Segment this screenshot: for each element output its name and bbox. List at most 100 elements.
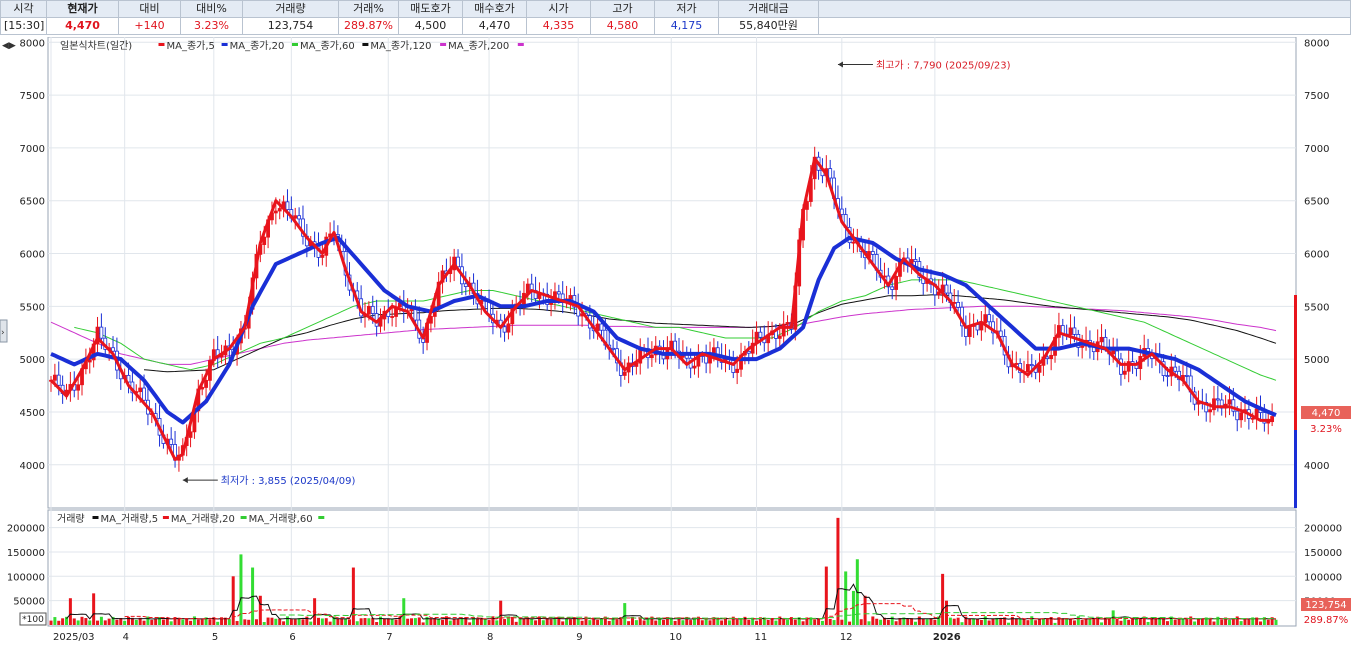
volume-bar — [452, 618, 456, 625]
candle-body — [1068, 327, 1073, 336]
candle-body — [502, 326, 507, 333]
x-tick-label: 12 — [840, 632, 853, 643]
volume-bar — [386, 618, 390, 625]
price-tick-left: 6000 — [20, 250, 45, 261]
volume-bar — [972, 618, 976, 625]
volume-bar — [344, 618, 348, 625]
volume-bar — [441, 619, 445, 625]
value-high: 4,580 — [590, 17, 655, 35]
volume-bar — [262, 622, 266, 625]
volume-bar — [801, 621, 805, 625]
candle-body — [285, 201, 290, 210]
volume-bar — [848, 621, 852, 625]
volume-bar — [247, 619, 251, 625]
volume-bar — [662, 619, 665, 625]
volume-bar — [561, 621, 565, 625]
volume-bar — [1069, 618, 1073, 625]
volume-bar — [983, 616, 987, 625]
volume-bar — [181, 619, 185, 625]
volume-bar — [270, 617, 274, 625]
volume-bar — [820, 620, 824, 625]
volume-bar — [72, 618, 76, 625]
volume-bar — [499, 600, 503, 625]
volume-bar — [84, 618, 88, 625]
value-turnover: 55,840만원 — [718, 17, 819, 35]
volume-bar — [1200, 619, 1204, 625]
volume-bar — [720, 620, 724, 625]
volume-bar — [774, 620, 778, 625]
x-tick-label: 6 — [289, 632, 295, 643]
volume-bar — [1115, 618, 1119, 625]
volume-bar — [200, 619, 204, 625]
legend-swatch — [92, 516, 99, 519]
volume-bar — [1088, 618, 1092, 625]
candle-body — [1215, 398, 1220, 401]
high-annotation-label: 최고가 : 7,790 (2025/09/23) — [876, 59, 1011, 71]
candle-body — [1235, 410, 1240, 421]
volume-bar — [553, 618, 557, 625]
candle-body — [52, 374, 57, 381]
current-volume-pct-label: 289.87% — [1304, 615, 1349, 626]
scroll-arrows-icon[interactable]: ◀▶ — [2, 41, 16, 51]
volume-bar — [1038, 619, 1042, 625]
volume-bar — [355, 621, 359, 625]
value-open: 4,335 — [526, 17, 591, 35]
volume-bar — [154, 618, 158, 625]
price-tick-right: 7000 — [1304, 144, 1329, 155]
price-tick-left: 4500 — [20, 408, 45, 419]
volume-bar — [208, 619, 212, 625]
header-time: 시각 — [0, 0, 47, 18]
volume-bar — [1185, 618, 1189, 625]
volume-bar — [863, 595, 867, 625]
volume-bar — [1100, 622, 1104, 625]
volume-bar — [933, 619, 937, 625]
candle-body — [622, 371, 627, 376]
volume-bar — [503, 619, 507, 625]
volume-bar — [925, 619, 929, 625]
volume-bar — [1014, 618, 1018, 625]
volume-bar — [913, 621, 917, 625]
x-tick-label: 7 — [386, 632, 392, 643]
volume-bar — [1045, 618, 1049, 625]
volume-bar — [437, 619, 441, 625]
candle-body — [76, 384, 81, 391]
x-tick-label: 5 — [212, 632, 218, 643]
candle-body — [944, 284, 949, 294]
splitter-arrow-icon: › — [1, 328, 5, 338]
volume-bar — [231, 576, 235, 625]
candle-body — [913, 259, 918, 262]
volume-bar — [766, 620, 770, 625]
candle-body — [1025, 364, 1030, 372]
x-tick-label: 8 — [487, 632, 493, 643]
header-open: 시가 — [526, 0, 591, 18]
volume-bar — [1084, 618, 1088, 625]
volume-bar — [227, 619, 231, 625]
volume-bar — [956, 617, 960, 625]
volume-bar — [708, 620, 712, 625]
stock-chart[interactable]: ◀▶ › 8000 8000 7500 7500 7000 7000 6500 6500 600… — [0, 37, 1351, 645]
volume-bar — [530, 618, 534, 625]
header-ask: 매도호가 — [398, 0, 463, 18]
value-blank — [818, 17, 1351, 35]
volume-bar — [316, 617, 320, 625]
volume-bar — [413, 618, 417, 625]
header-volume: 거래량 — [242, 0, 339, 18]
candle-body — [1029, 364, 1034, 367]
candle-body — [99, 326, 104, 339]
price-tick-right: 5000 — [1304, 355, 1329, 366]
volume-bar — [88, 620, 92, 625]
volume-bar — [189, 620, 193, 625]
volume-bar — [1026, 620, 1030, 625]
legend-swatch — [158, 43, 165, 46]
volume-bar — [379, 616, 383, 625]
candle-body — [1208, 409, 1212, 413]
candle-body — [1037, 364, 1042, 373]
price-tick-left: 7000 — [20, 144, 45, 155]
volume-bar — [506, 618, 510, 625]
header-turnover: 거래대금 — [718, 0, 819, 18]
volume-bar — [689, 620, 693, 625]
volume-bar — [1107, 618, 1111, 625]
candle-body — [1173, 366, 1178, 372]
volume-bar — [828, 618, 832, 625]
volume-bar — [1092, 618, 1096, 625]
